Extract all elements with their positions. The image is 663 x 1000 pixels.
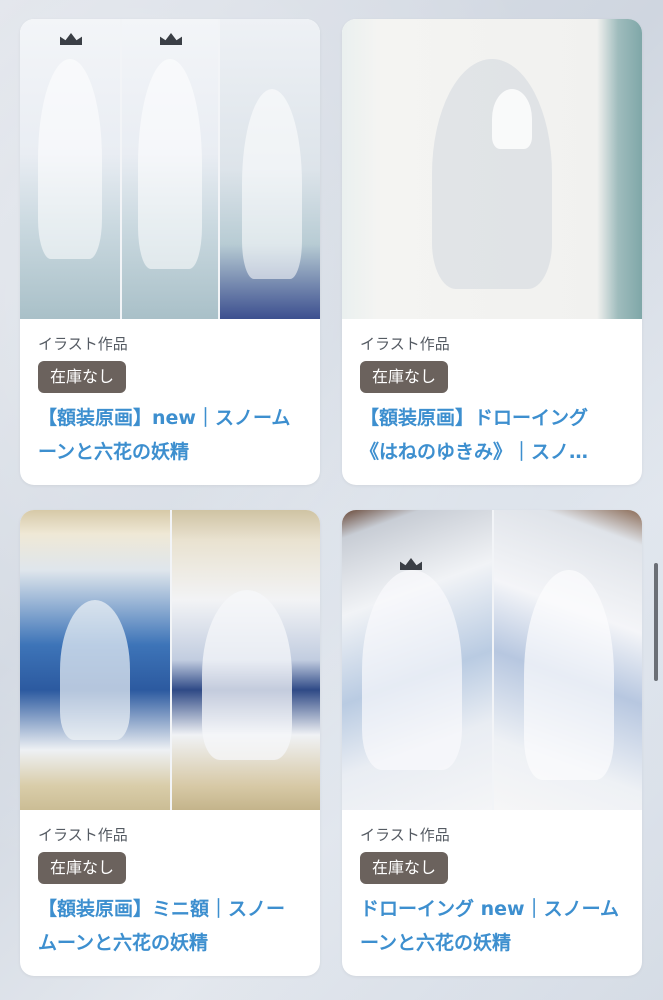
product-title-link[interactable]: ドローイング new｜スノームーンと六花の妖精: [360, 892, 624, 960]
artwork-panel: [20, 19, 120, 319]
product-card[interactable]: イラスト作品 在庫なし 【額装原画】ミニ額｜スノームーンと六花の妖精: [20, 510, 320, 976]
product-category: イラスト作品: [360, 335, 450, 353]
product-image[interactable]: [20, 19, 320, 319]
artwork-panel: [122, 19, 218, 319]
product-category: イラスト作品: [38, 826, 128, 844]
product-card[interactable]: イラスト作品 在庫なし ドローイング new｜スノームーンと六花の妖精: [342, 510, 642, 976]
stock-status-badge: 在庫なし: [360, 852, 449, 884]
product-title-link[interactable]: 【額装原画】new｜スノームーンと六花の妖精: [38, 401, 302, 469]
artwork-panel: [172, 510, 320, 810]
product-image[interactable]: [342, 19, 642, 319]
product-title-link[interactable]: 【額装原画】ミニ額｜スノームーンと六花の妖精: [38, 892, 302, 960]
product-grid: イラスト作品 在庫なし 【額装原画】new｜スノームーンと六花の妖精 イラスト作…: [0, 0, 663, 1000]
scrollbar[interactable]: [654, 563, 658, 681]
product-card[interactable]: イラスト作品 在庫なし 【額装原画】ドローイング《はねのゆきみ》｜スノ…: [342, 19, 642, 485]
artwork-panel: [220, 19, 320, 319]
product-category: イラスト作品: [360, 826, 450, 844]
artwork-panel: [20, 510, 170, 810]
stock-status-badge: 在庫なし: [38, 852, 127, 884]
product-image[interactable]: [342, 510, 642, 810]
product-category: イラスト作品: [38, 335, 128, 353]
stock-status-badge: 在庫なし: [38, 361, 127, 393]
product-image[interactable]: [20, 510, 320, 810]
artwork-panel: [494, 510, 642, 810]
product-title-link[interactable]: 【額装原画】ドローイング《はねのゆきみ》｜スノ…: [360, 401, 624, 469]
stock-status-badge: 在庫なし: [360, 361, 449, 393]
product-card[interactable]: イラスト作品 在庫なし 【額装原画】new｜スノームーンと六花の妖精: [20, 19, 320, 485]
artwork-panel: [342, 510, 492, 810]
